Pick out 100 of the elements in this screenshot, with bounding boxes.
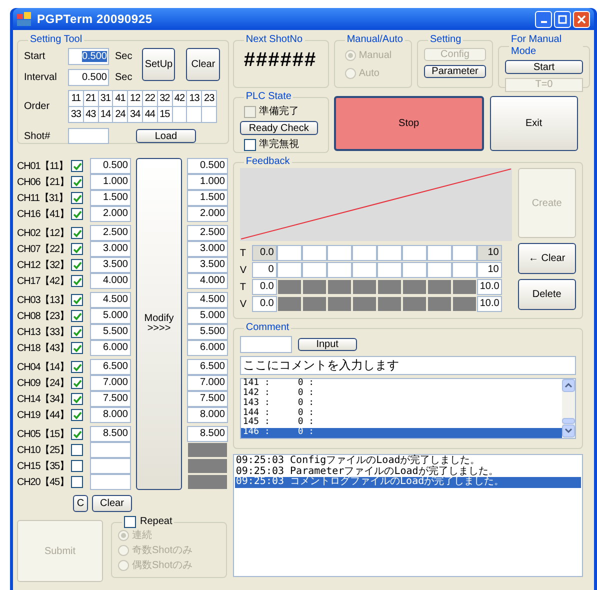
order-cell[interactable]: 21 [84, 91, 99, 107]
order-cell[interactable]: 12 [128, 91, 143, 107]
clear-button[interactable]: Clear [92, 495, 132, 512]
clear-button[interactable]: ← Clear [518, 243, 576, 274]
checkbox[interactable] [71, 259, 83, 271]
value-field[interactable]: 2.000 [90, 206, 131, 222]
result-field[interactable]: 0.500 [187, 158, 228, 174]
c-button[interactable]: C [73, 495, 88, 512]
order-cell[interactable] [187, 107, 202, 123]
value-cell[interactable] [276, 245, 302, 261]
setting-button[interactable]: Parameter [424, 65, 486, 78]
value-field[interactable]: 3.500 [90, 257, 131, 273]
result-field[interactable]: 4.000 [187, 273, 228, 289]
list-item[interactable]: 144 : 0 : [240, 408, 562, 418]
checkbox[interactable] [71, 294, 83, 306]
scroll-down-icon[interactable] [562, 418, 575, 438]
value-field[interactable] [90, 458, 131, 474]
checkbox[interactable] [71, 227, 83, 239]
checkbox[interactable] [71, 342, 83, 354]
order-cell[interactable]: 32 [158, 91, 173, 107]
value-field[interactable] [90, 442, 131, 458]
order-cell[interactable]: 23 [202, 91, 217, 107]
value-cell[interactable] [452, 245, 477, 261]
order-cell[interactable]: 41 [113, 91, 128, 107]
exit-button[interactable]: Exit [490, 96, 578, 151]
result-field[interactable]: 5.500 [187, 324, 228, 340]
order-cell[interactable]: 14 [98, 107, 114, 123]
order-cell[interactable]: 34 [128, 107, 143, 123]
result-field[interactable]: 5.000 [187, 308, 228, 324]
comment-field[interactable]: ここにコメントを入力します [240, 356, 576, 375]
value-field[interactable]: 4.500 [90, 292, 131, 308]
list-item[interactable]: 141 : 0 : [240, 379, 562, 390]
value-field[interactable]: 3.000 [90, 241, 131, 257]
checkbox[interactable] [71, 176, 83, 188]
order-cell[interactable]: 44 [143, 107, 158, 123]
value-field[interactable]: 7.500 [90, 391, 131, 407]
checkbox[interactable] [71, 476, 83, 488]
result-field[interactable]: 4.500 [187, 292, 228, 308]
list-item[interactable]: 143 : 0 : [240, 398, 562, 409]
list-item[interactable]: 145 : 0 : [240, 418, 562, 428]
checkbox[interactable] [71, 326, 83, 338]
value-field[interactable]: 7.000 [90, 375, 131, 391]
checkbox[interactable] [71, 208, 83, 220]
order-cell[interactable] [172, 107, 188, 123]
input-field[interactable]: 10.0 [476, 279, 502, 295]
input-field[interactable] [240, 336, 292, 353]
value-cell[interactable] [376, 245, 402, 261]
order-cell[interactable]: 43 [84, 107, 99, 123]
order-cell[interactable]: 33 [69, 107, 84, 123]
ready-check-button[interactable]: Ready Check [240, 121, 318, 135]
load-button[interactable]: Load [136, 129, 196, 143]
checkbox[interactable] [71, 275, 83, 287]
value-cell[interactable] [452, 262, 477, 278]
input-field[interactable]: 0.0 [252, 279, 277, 295]
modify-button[interactable]: Modify >>>> [136, 158, 182, 490]
input-field[interactable]: 0.0 [252, 296, 277, 312]
result-field[interactable]: 6.000 [187, 340, 228, 356]
value-cell[interactable] [352, 245, 377, 261]
checkbox[interactable] [71, 444, 83, 456]
result-field[interactable]: 7.000 [187, 375, 228, 391]
value-cell[interactable] [352, 262, 377, 278]
result-field[interactable]: 1.000 [187, 174, 228, 190]
input-field[interactable] [68, 128, 109, 144]
value-cell[interactable] [426, 245, 452, 261]
setup-button[interactable]: SetUp [142, 48, 176, 81]
checkbox[interactable] [71, 409, 83, 421]
result-field[interactable]: 8.500 [187, 426, 228, 442]
checkbox[interactable] [71, 460, 83, 472]
clear-button[interactable]: Clear [186, 48, 220, 81]
checkbox[interactable] [71, 243, 83, 255]
input-field[interactable]: 10.0 [476, 296, 502, 312]
input-field[interactable]: 0.500 [68, 69, 109, 86]
checkbox[interactable] [71, 428, 83, 440]
start-button[interactable]: Start [505, 60, 583, 74]
value-cell[interactable] [302, 262, 327, 278]
input-field[interactable]: 10 [476, 262, 502, 278]
checkbox[interactable] [244, 138, 256, 150]
value-cell[interactable] [402, 262, 427, 278]
input-field[interactable]: 0.0 [252, 245, 277, 261]
result-field[interactable]: 7.500 [187, 391, 228, 407]
checkbox[interactable] [71, 393, 83, 405]
value-cell[interactable] [326, 262, 352, 278]
value-field[interactable]: 5.500 [90, 324, 131, 340]
result-field[interactable]: 8.000 [187, 407, 228, 423]
value-cell[interactable] [402, 245, 427, 261]
value-field[interactable] [90, 474, 131, 490]
value-cell[interactable] [426, 262, 452, 278]
result-field[interactable]: 2.500 [187, 225, 228, 241]
checkbox[interactable] [71, 160, 83, 172]
value-field[interactable]: 5.000 [90, 308, 131, 324]
value-field[interactable]: 8.500 [90, 426, 131, 442]
result-field[interactable]: 1.500 [187, 190, 228, 206]
checkbox[interactable] [71, 361, 83, 373]
value-field[interactable]: 6.500 [90, 359, 131, 375]
value-field[interactable]: 4.000 [90, 273, 131, 289]
result-field[interactable]: 3.500 [187, 257, 228, 273]
order-cell[interactable]: 31 [98, 91, 114, 107]
order-cell[interactable]: 11 [69, 91, 84, 107]
checkbox[interactable] [71, 377, 83, 389]
maximize-button[interactable] [554, 10, 571, 28]
